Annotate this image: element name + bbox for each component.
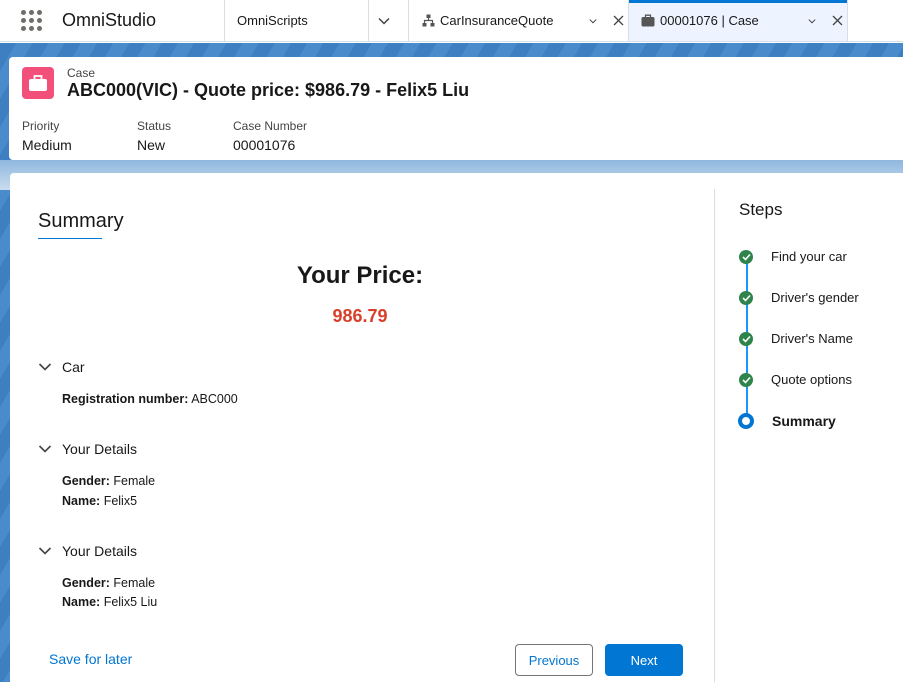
summary-row: Registration number: ABC000 — [62, 392, 238, 406]
briefcase-icon — [29, 75, 47, 91]
nav-item-omniscripts[interactable]: OmniScripts — [224, 0, 368, 41]
app-launcher-button[interactable] — [0, 0, 62, 41]
row-key: Name: — [62, 595, 101, 609]
chevron-down-icon — [38, 547, 52, 555]
field-case-number: Case Number 00001076 — [233, 119, 307, 153]
nav-item-label: OmniScripts — [237, 13, 308, 28]
steps-divider — [714, 189, 715, 682]
field-label: Case Number — [233, 119, 308, 133]
price-value: 986.79 — [332, 306, 388, 326]
field-value: New — [137, 137, 166, 153]
record-object-type: Case — [67, 66, 96, 80]
chevron-down-icon — [808, 18, 816, 23]
current-step-icon — [738, 413, 754, 429]
row-value: ABC000 — [188, 392, 238, 406]
close-icon — [613, 15, 623, 26]
hierarchy-icon — [421, 14, 435, 28]
step-label: Driver's gender — [771, 290, 859, 305]
steps-title: Steps — [739, 200, 783, 219]
step-label: Quote options — [771, 372, 852, 387]
record-header: Case ABC000(VIC) - Quote price: $986.79 … — [9, 57, 903, 160]
workspace-tab-label: 00001076 | Case — [660, 13, 759, 28]
section-title: Your Details — [62, 543, 137, 559]
section-toggle-car[interactable]: Car — [38, 359, 85, 375]
field-label: Priority — [22, 119, 60, 133]
check-icon — [739, 372, 753, 387]
summary-row: Gender: Female — [62, 474, 155, 488]
price-heading: Your Price: — [296, 262, 424, 289]
step-item-find-your-car[interactable]: Find your car — [739, 249, 847, 264]
step-item-quote-options[interactable]: Quote options — [739, 372, 852, 387]
row-value: Felix5 Liu — [100, 595, 158, 609]
field-status: Status New — [137, 119, 171, 153]
section-toggle-your-details[interactable]: Your Details — [38, 441, 137, 457]
chevron-down-icon — [38, 363, 52, 371]
global-nav-bar: OmniStudio OmniScripts CarInsuranceQuote… — [0, 0, 903, 42]
row-value: Female — [109, 576, 156, 590]
check-icon — [739, 249, 753, 264]
step-title: Summary — [38, 210, 124, 232]
row-key: Registration number: — [62, 392, 189, 406]
field-value: 00001076 — [233, 137, 296, 153]
row-key: Gender: — [62, 474, 110, 488]
tab-menu-button[interactable] — [588, 11, 608, 31]
app-launcher-icon — [20, 10, 42, 31]
case-record-icon — [22, 67, 54, 99]
tab-close-button[interactable] — [827, 11, 847, 31]
check-icon — [739, 331, 753, 346]
previous-button[interactable]: Previous — [515, 644, 593, 676]
save-for-later-link[interactable]: Save for later — [49, 651, 132, 667]
chevron-down-icon — [589, 18, 597, 23]
row-value: Female — [109, 474, 156, 488]
field-priority: Priority Medium — [22, 119, 72, 153]
step-item-drivers-name[interactable]: Driver's Name — [739, 331, 853, 346]
section-title: Your Details — [62, 441, 137, 457]
record-title: ABC000(VIC) - Quote price: $986.79 - Fel… — [67, 80, 470, 100]
nav-menu-button[interactable] — [368, 0, 408, 41]
tab-close-button[interactable] — [608, 11, 628, 31]
summary-row: Gender: Female — [62, 576, 155, 590]
step-item-summary[interactable]: Summary — [738, 413, 836, 429]
field-label: Status — [137, 119, 172, 133]
summary-row: Name: Felix5 Liu — [62, 595, 157, 609]
field-value: Medium — [22, 137, 72, 153]
row-key: Name: — [62, 494, 101, 508]
row-key: Gender: — [62, 576, 110, 590]
section-title: Car — [62, 359, 85, 375]
step-label: Find your car — [771, 249, 847, 264]
workspace-tab-carinsurancequote[interactable]: CarInsuranceQuote — [408, 0, 628, 41]
row-value: Felix5 — [100, 494, 138, 508]
step-label: Driver's Name — [771, 331, 853, 346]
close-icon — [832, 15, 842, 26]
chevron-down-icon — [38, 445, 52, 453]
workspace-tab-label: CarInsuranceQuote — [440, 13, 554, 28]
omniscript-card: Summary Your Price: 986.79 Car Registrat… — [10, 173, 903, 682]
chevron-down-icon — [377, 17, 390, 25]
step-label: Summary — [772, 413, 836, 429]
check-icon — [739, 290, 753, 305]
briefcase-icon — [641, 14, 655, 28]
workspace-tab-case[interactable]: 00001076 | Case — [628, 0, 848, 41]
summary-row: Name: Felix5 — [62, 494, 137, 508]
step-item-drivers-gender[interactable]: Driver's gender — [739, 290, 859, 305]
app-name: OmniStudio — [62, 10, 157, 30]
next-button[interactable]: Next — [605, 644, 683, 676]
step-title-underline — [38, 238, 102, 239]
tab-menu-button[interactable] — [807, 11, 827, 31]
section-toggle-your-details-2[interactable]: Your Details — [38, 543, 137, 559]
